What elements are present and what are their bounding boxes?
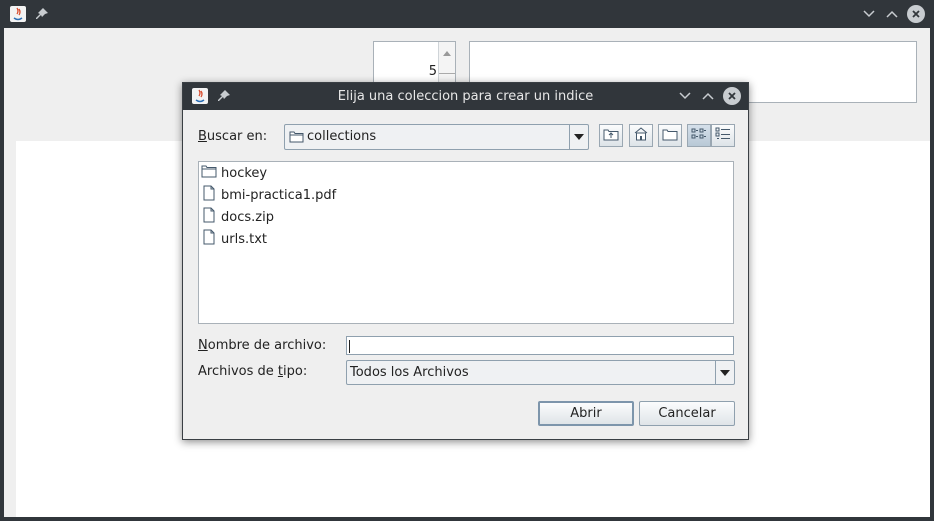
minimize-icon[interactable] xyxy=(676,87,694,105)
file-type-value: Todos los Archivos xyxy=(350,365,469,380)
new-folder-button[interactable] xyxy=(658,124,682,147)
home-button[interactable] xyxy=(629,124,653,147)
maximize-icon[interactable] xyxy=(883,5,901,23)
details-view-button[interactable] xyxy=(711,124,735,147)
minimize-icon[interactable] xyxy=(860,5,878,23)
dialog-titlebar: Elija una coleccion para crear un indice xyxy=(183,83,748,110)
file-name-label: Nombre de archivo: xyxy=(198,338,327,353)
folder-icon xyxy=(201,164,217,182)
file-list[interactable]: hockey bmi-practica1.pdf docs.zip urls.t… xyxy=(198,161,734,324)
file-name: urls.txt xyxy=(221,231,267,247)
new-folder-icon xyxy=(662,127,678,145)
list-item[interactable]: docs.zip xyxy=(201,207,274,227)
look-in-combo[interactable]: collections xyxy=(284,124,589,150)
list-item[interactable]: bmi-practica1.pdf xyxy=(201,185,336,205)
look-in-value: collections xyxy=(307,129,377,144)
close-icon[interactable] xyxy=(723,87,741,105)
maximize-icon[interactable] xyxy=(699,87,717,105)
cancel-button[interactable]: Cancelar xyxy=(639,401,735,426)
list-view-button[interactable] xyxy=(687,124,711,147)
text-caret xyxy=(349,340,350,353)
chevron-down-icon[interactable] xyxy=(569,125,588,149)
dialog-title: Elija una coleccion para crear un indice xyxy=(337,89,594,104)
file-name: docs.zip xyxy=(221,209,274,225)
home-icon xyxy=(633,126,649,145)
spinner-value: 5 xyxy=(428,64,437,79)
up-folder-button[interactable] xyxy=(599,124,623,147)
file-icon xyxy=(201,207,217,227)
list-item[interactable]: hockey xyxy=(201,163,267,183)
folder-icon xyxy=(289,130,304,147)
up-folder-icon xyxy=(603,127,619,145)
file-icon xyxy=(201,229,217,249)
pin-icon[interactable] xyxy=(33,5,51,23)
file-name-input[interactable] xyxy=(346,336,734,355)
look-in-label: Buscar en: xyxy=(198,129,268,144)
main-titlebar xyxy=(0,0,934,28)
list-item[interactable]: urls.txt xyxy=(201,229,267,249)
file-type-label: Archivos de tipo: xyxy=(198,364,308,379)
details-view-icon xyxy=(715,127,731,145)
java-icon xyxy=(9,5,27,23)
file-chooser-dialog: Elija una coleccion para crear un indice… xyxy=(182,82,749,440)
close-icon[interactable] xyxy=(907,5,925,23)
file-name: hockey xyxy=(221,165,268,181)
chevron-down-icon[interactable] xyxy=(715,361,734,384)
spinner-up-icon[interactable] xyxy=(443,51,451,56)
file-name: bmi-practica1.pdf xyxy=(221,187,337,203)
spinner-divider xyxy=(439,73,455,74)
list-view-icon xyxy=(691,127,707,145)
open-button[interactable]: Abrir xyxy=(538,401,634,426)
file-type-combo[interactable]: Todos los Archivos xyxy=(346,360,735,385)
file-icon xyxy=(201,185,217,205)
